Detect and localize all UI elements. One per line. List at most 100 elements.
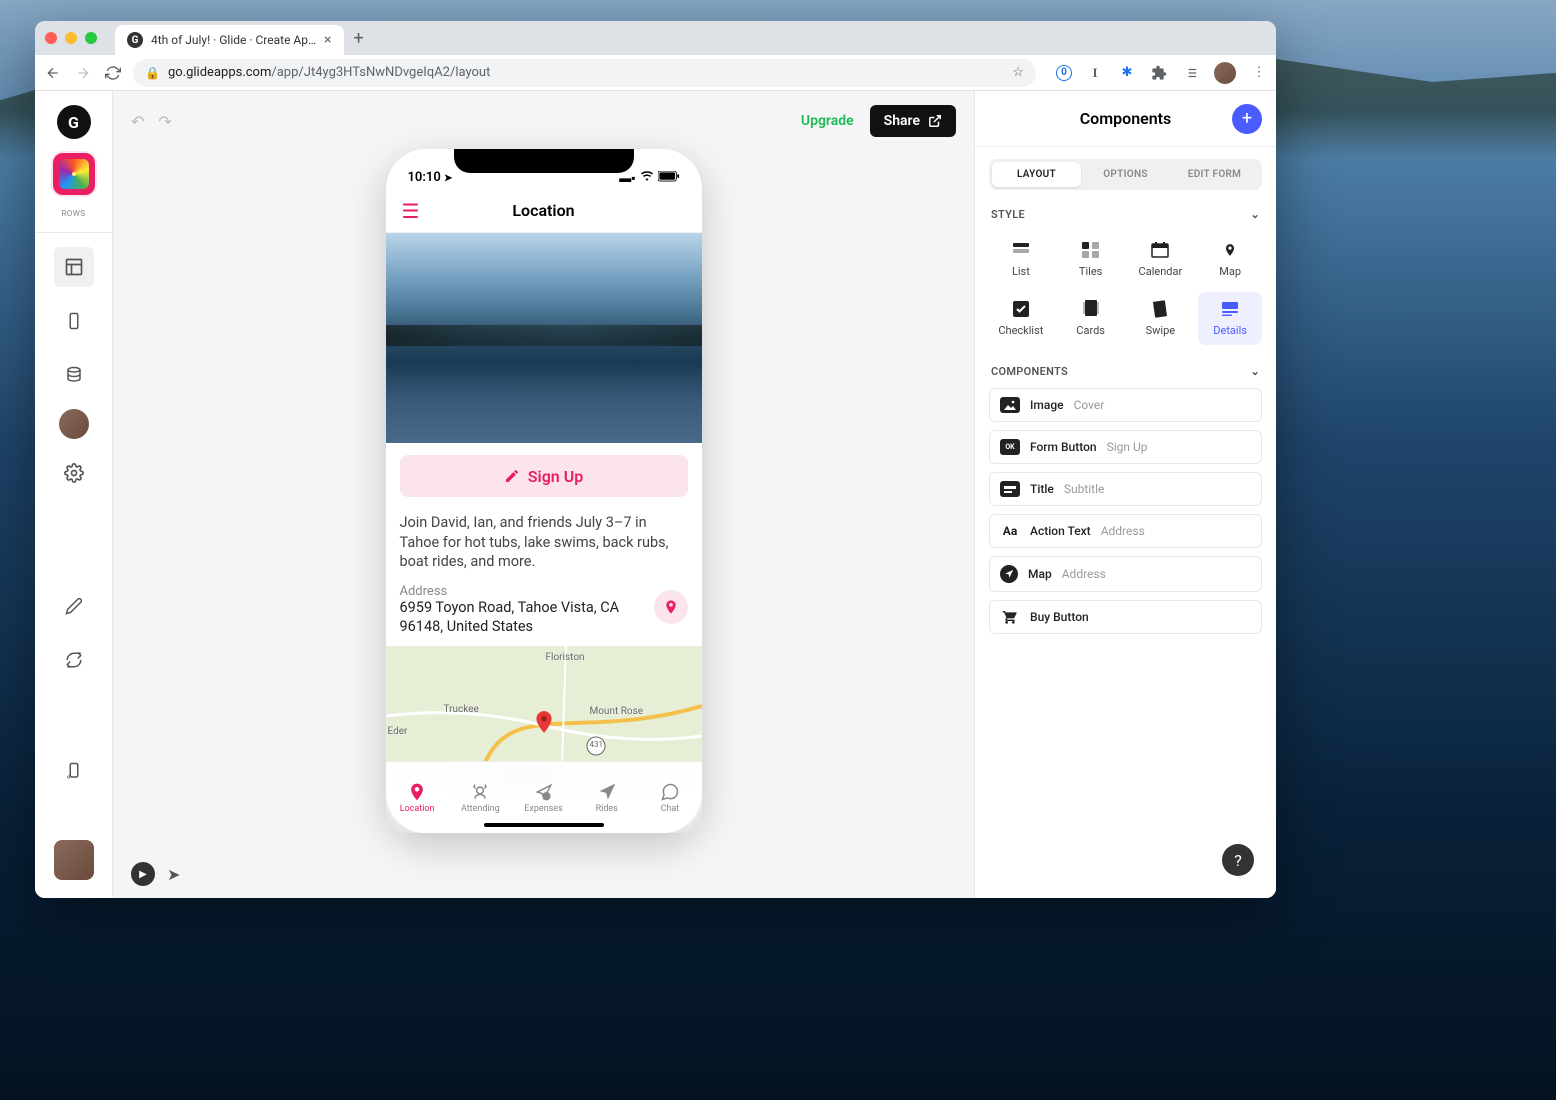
layout-tab-icon[interactable]: [54, 247, 94, 287]
user-corner-avatar[interactable]: [54, 840, 94, 880]
help-button[interactable]: ?: [1222, 844, 1254, 876]
text-icon: Aa: [1000, 523, 1020, 539]
comp-form-button[interactable]: OKForm ButtonSign Up: [989, 430, 1262, 464]
url-text: go.glideapps.com/app/Jt4yg3HTsNwNDvgeIqA…: [168, 65, 490, 80]
cart-icon: [1000, 609, 1020, 625]
style-swipe[interactable]: Swipe: [1129, 292, 1193, 345]
play-button[interactable]: ▶: [131, 862, 155, 886]
redo-icon[interactable]: ↷: [158, 112, 171, 131]
left-rail: G ROWS: [35, 91, 113, 898]
add-screen-icon[interactable]: [54, 751, 94, 791]
signup-button[interactable]: Sign Up: [400, 455, 688, 497]
map-label: Truckee: [444, 704, 479, 715]
comp-action-text[interactable]: AaAction TextAddress: [989, 514, 1262, 548]
app-icon[interactable]: [53, 153, 95, 195]
tab-chat[interactable]: Chat: [638, 762, 701, 833]
database-icon[interactable]: [54, 355, 94, 395]
comp-map[interactable]: MapAddress: [989, 556, 1262, 592]
tab-close-icon[interactable]: ×: [324, 32, 331, 48]
home-indicator: [484, 823, 604, 827]
back-button[interactable]: [43, 63, 63, 83]
undo-icon[interactable]: ↶: [131, 112, 144, 131]
chevron-down-icon: ⌄: [1250, 208, 1260, 221]
status-icons: ▬▪: [619, 171, 679, 185]
seg-options[interactable]: OPTIONS: [1081, 162, 1170, 187]
glide-logo[interactable]: G: [57, 105, 91, 139]
window-maximize[interactable]: [85, 32, 97, 44]
browser-tab[interactable]: G 4th of July! · Glide · Create Ap… ×: [115, 25, 344, 55]
address-pin-icon[interactable]: [654, 590, 688, 624]
url-bar: 🔒 go.glideapps.com/app/Jt4yg3HTsNwNDvgeI…: [35, 55, 1276, 91]
status-time: 10:10 ➤: [408, 170, 453, 185]
extensions-icon[interactable]: [1150, 64, 1168, 82]
svg-text:$: $: [544, 793, 547, 800]
app-frame: G ROWS ↶ ↷ Upgrade: [35, 91, 1276, 898]
style-map[interactable]: Map: [1198, 233, 1262, 286]
comp-image[interactable]: ImageCover: [989, 388, 1262, 422]
seg-layout[interactable]: LAYOUT: [992, 162, 1081, 187]
map-label: Floriston: [546, 652, 585, 663]
ext-icon-2[interactable]: I: [1086, 64, 1104, 82]
user-avatar-icon[interactable]: [59, 409, 89, 439]
battery-icon: [658, 171, 680, 185]
star-icon[interactable]: ☆: [1012, 65, 1024, 80]
browser-menu-icon[interactable]: ⋮: [1250, 64, 1268, 82]
tab-favicon: G: [127, 32, 143, 48]
profile-avatar[interactable]: [1214, 62, 1236, 84]
compass-icon: [1000, 565, 1018, 583]
device-icon[interactable]: [54, 301, 94, 341]
style-list[interactable]: List: [989, 233, 1053, 286]
address-text: 6959 Toyon Road, Tahoe Vista, CA 96148, …: [400, 599, 640, 637]
comp-buy-button[interactable]: Buy Button: [989, 600, 1262, 634]
style-cards[interactable]: Cards: [1059, 292, 1123, 345]
style-tiles[interactable]: Tiles: [1059, 233, 1123, 286]
rows-label: ROWS: [61, 209, 85, 218]
settings-icon[interactable]: [54, 453, 94, 493]
title-icon: [1000, 481, 1020, 497]
phone-notch: [454, 149, 634, 173]
extensions: 0 I ✱ ⋮: [1056, 62, 1268, 84]
reload-button[interactable]: [103, 63, 123, 83]
signal-icon: ▬▪: [619, 171, 635, 185]
address-block: Address 6959 Toyon Road, Tahoe Vista, CA…: [386, 582, 702, 647]
phone-header: ☰ Location: [386, 189, 702, 233]
phone-title: Location: [512, 201, 574, 220]
style-section-head[interactable]: STYLE ⌄: [975, 202, 1276, 227]
image-icon: [1000, 397, 1020, 413]
cursor-icon[interactable]: ➤: [167, 865, 180, 884]
style-details[interactable]: Details: [1198, 292, 1262, 345]
ext-icon-1[interactable]: 0: [1056, 65, 1072, 81]
new-tab-button[interactable]: +: [354, 28, 364, 49]
segment-tabs: LAYOUT OPTIONS EDIT FORM: [989, 159, 1262, 190]
seg-edit-form[interactable]: EDIT FORM: [1170, 162, 1259, 187]
add-component-button[interactable]: +: [1232, 104, 1262, 134]
phone-preview: 10:10 ➤ ▬▪ ☰ Location Sign Up Join Da: [386, 149, 702, 833]
cover-image: [386, 233, 702, 443]
style-checklist[interactable]: Checklist: [989, 292, 1053, 345]
map-label: Eder: [388, 726, 408, 737]
edit-icon[interactable]: [54, 586, 94, 626]
window-minimize[interactable]: [65, 32, 77, 44]
map-pin-icon: [531, 709, 557, 735]
ext-icon-5[interactable]: [1182, 64, 1200, 82]
panel-title: Components: [1019, 109, 1232, 128]
forward-button[interactable]: [73, 63, 93, 83]
upgrade-link[interactable]: Upgrade: [801, 113, 854, 129]
ext-icon-3[interactable]: ✱: [1118, 64, 1136, 82]
url-field[interactable]: 🔒 go.glideapps.com/app/Jt4yg3HTsNwNDvgeI…: [133, 59, 1036, 87]
button-icon: OK: [1000, 439, 1020, 455]
address-label: Address: [400, 584, 688, 599]
sync-icon[interactable]: [54, 640, 94, 680]
hamburger-icon[interactable]: ☰: [402, 199, 420, 223]
window-controls: [45, 32, 97, 44]
tab-location[interactable]: Location: [386, 762, 449, 833]
wifi-icon: [640, 171, 654, 185]
comp-title[interactable]: TitleSubtitle: [989, 472, 1262, 506]
chevron-down-icon: ⌄: [1250, 365, 1260, 378]
map-label: Mount Rose: [590, 706, 644, 717]
style-calendar[interactable]: Calendar: [1129, 233, 1193, 286]
share-button[interactable]: Share: [870, 105, 956, 137]
components-section-head[interactable]: COMPONENTS ⌄: [975, 359, 1276, 384]
window-close[interactable]: [45, 32, 57, 44]
map-label: 431: [590, 740, 604, 749]
